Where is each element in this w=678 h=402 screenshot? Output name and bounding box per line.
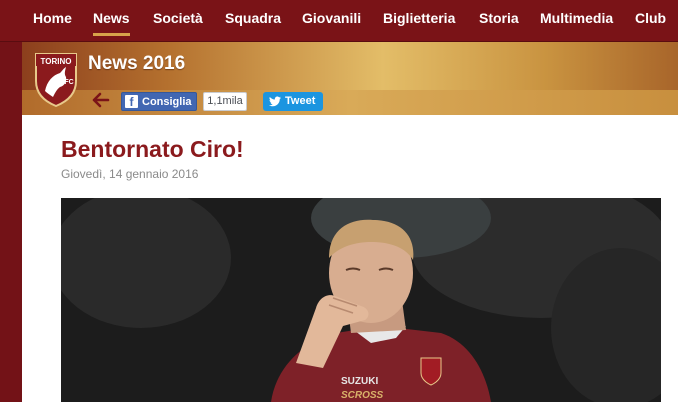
article-photo: SUZUKI SCROSS: [61, 198, 661, 402]
crest-top-text: TORINO: [41, 57, 72, 66]
facebook-like-button[interactable]: f Consiglia: [121, 92, 197, 111]
facebook-like-label: Consiglia: [142, 96, 192, 108]
tweet-button[interactable]: Tweet: [263, 92, 323, 111]
nav-item-giovanili[interactable]: Giovanili: [302, 10, 361, 30]
left-border-strip: [0, 42, 22, 402]
nav-item-storia[interactable]: Storia: [479, 10, 519, 30]
twitter-bird-icon: [269, 96, 281, 107]
nav-item-club[interactable]: Club: [635, 10, 666, 30]
shirt-sponsor-text: SUZUKI: [341, 376, 378, 387]
nav-item-biglietteria[interactable]: Biglietteria: [383, 10, 455, 30]
facebook-like-count: 1,1mila: [203, 92, 247, 111]
nav-item-societa[interactable]: Società: [153, 10, 203, 30]
back-arrow-icon[interactable]: [92, 92, 110, 108]
bull-crest-icon[interactable]: TORINO FC: [33, 51, 79, 107]
article-date: Giovedì, 14 gennaio 2016: [61, 167, 199, 181]
article-title: Bentornato Ciro!: [61, 136, 244, 162]
nav-item-home[interactable]: Home: [33, 10, 72, 30]
tweet-label: Tweet: [285, 95, 316, 107]
nav-item-multimedia[interactable]: Multimedia: [540, 10, 613, 30]
page-title: News 2016: [88, 53, 186, 74]
nav-item-squadra[interactable]: Squadra: [225, 10, 281, 30]
crest-bottom-text: FC: [64, 79, 73, 86]
player-photo-illustration: SUZUKI SCROSS: [61, 198, 661, 402]
nav-item-news[interactable]: News: [93, 10, 130, 36]
facebook-icon: f: [125, 95, 138, 109]
shirt-sponsor-sub-text: SCROSS: [341, 390, 384, 401]
top-navigation: Home News Società Squadra Giovanili Bigl…: [0, 0, 678, 42]
